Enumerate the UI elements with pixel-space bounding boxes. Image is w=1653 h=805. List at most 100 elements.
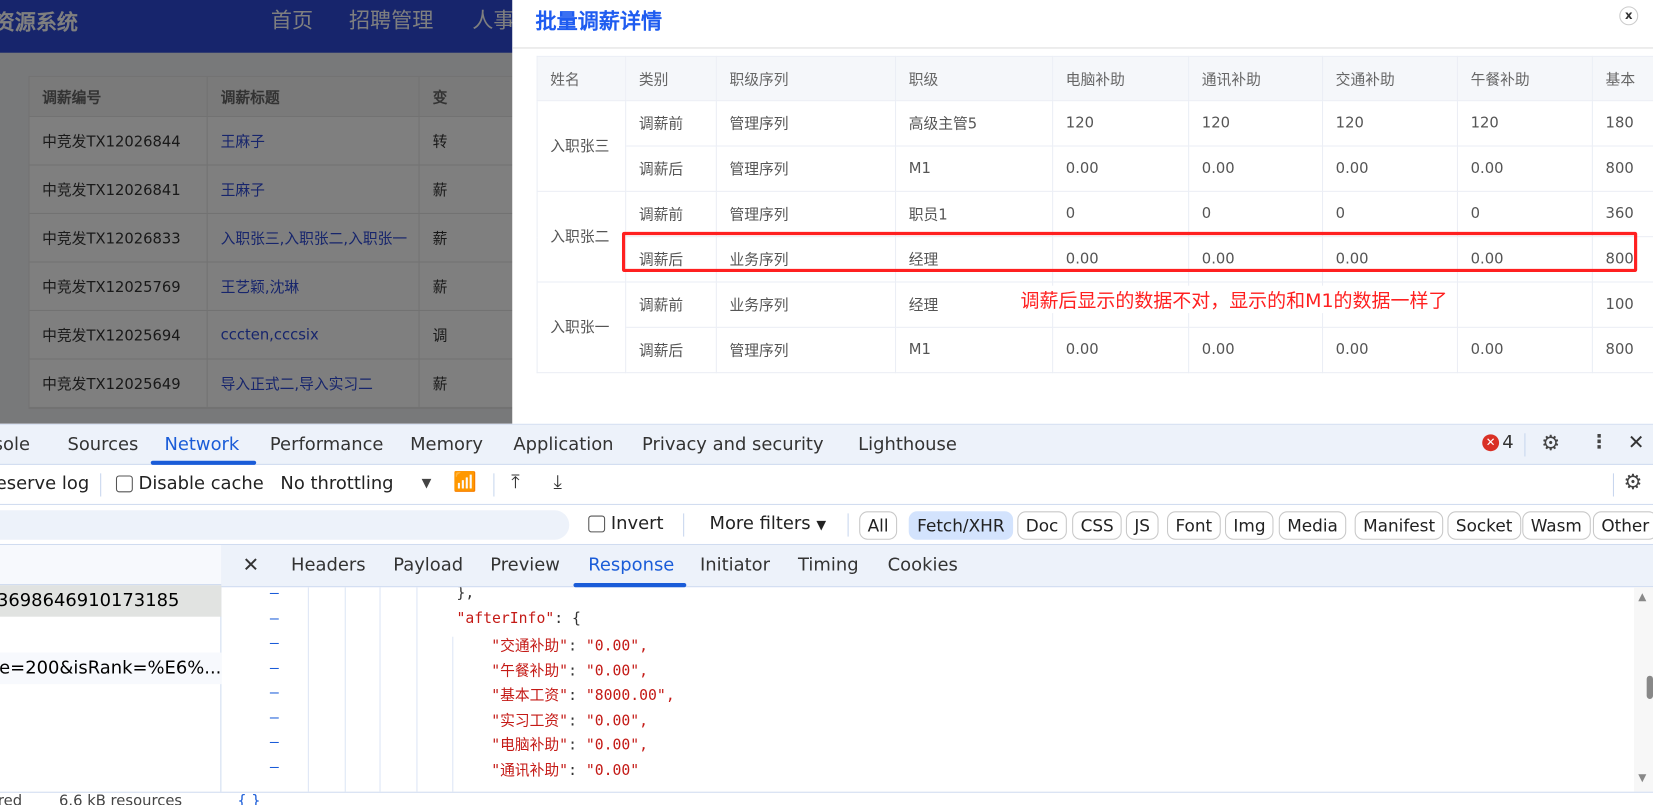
column-header: 通讯补助: [1188, 55, 1324, 102]
filter-img[interactable]: Img: [1224, 511, 1274, 540]
checkbox[interactable]: [115, 475, 133, 493]
filter-other[interactable]: Other: [1592, 511, 1653, 540]
tab-payload[interactable]: Payload: [393, 555, 463, 576]
chevron-down-icon: ▼: [816, 517, 827, 533]
table-row: 调薪后 管理序列 M1 0.00 0.00 0.00 0.00 800: [537, 326, 1653, 374]
json-value: "0.00",: [585, 637, 649, 655]
request-row[interactable]: ze=200&isRank=%E6%...: [0, 652, 222, 685]
chevron-down-icon[interactable]: ▼: [422, 475, 432, 490]
table-cell: 0: [1456, 190, 1593, 238]
transferred-text: red: [0, 792, 23, 805]
filter-wasm[interactable]: Wasm: [1522, 511, 1591, 540]
divider: [847, 513, 849, 537]
tab-performance[interactable]: Performance: [270, 434, 384, 455]
table-cell: 0: [1321, 190, 1458, 238]
tab-headers[interactable]: Headers: [291, 555, 366, 576]
tab-memory[interactable]: Memory: [410, 434, 483, 455]
filter-manifest[interactable]: Manifest: [1354, 511, 1444, 540]
table-cell: 管理序列: [715, 145, 897, 192]
table-cell: 120: [1456, 100, 1593, 147]
filter-fetch-xhr[interactable]: Fetch/XHR: [908, 511, 1013, 540]
request-row-selected[interactable]: 53698646910173185: [0, 585, 222, 617]
divider: [100, 473, 102, 497]
json-value: "0.00": [585, 761, 640, 779]
network-settings-icon[interactable]: ⚙: [1623, 469, 1642, 494]
filter-media[interactable]: Media: [1278, 511, 1347, 540]
line-marker: –: [269, 684, 279, 702]
json-value: "8000.00",: [585, 687, 675, 705]
more-options-icon[interactable]: ⋮: [1590, 431, 1609, 453]
json-key: "实习工资": [491, 712, 569, 729]
disable-cache-checkbox[interactable]: Disable cache: [115, 473, 264, 494]
indent-guide: [416, 587, 418, 792]
tab-response[interactable]: Response: [588, 555, 674, 576]
tab-initiator[interactable]: Initiator: [700, 555, 770, 576]
request-list: 53698646910173185 ze=200&isRank=%E6%...: [0, 545, 222, 792]
table-cell: 360: [1591, 190, 1653, 238]
modal-overlay[interactable]: [0, 0, 513, 424]
table-cell: 调薪后: [625, 145, 717, 192]
line-marker: –: [269, 609, 279, 627]
employee-name: 入职张一: [536, 281, 627, 374]
tab-network[interactable]: Network: [164, 434, 239, 455]
settings-icon[interactable]: ⚙: [1541, 430, 1560, 455]
filter-js[interactable]: JS: [1125, 511, 1159, 540]
table-cell: 0: [1188, 190, 1324, 238]
filter-input[interactable]: [0, 510, 570, 540]
filter-socket[interactable]: Socket: [1447, 511, 1521, 540]
table-cell: 0.00: [1321, 145, 1458, 192]
annotation-text: 调薪后显示的数据不对，显示的和M1的数据一样了: [1020, 285, 1448, 314]
close-icon[interactable]: x: [1619, 6, 1639, 26]
table-cell: 0.00: [1188, 326, 1324, 374]
code-line: "基本工资": "8000.00",: [491, 684, 674, 709]
error-icon[interactable]: ✕: [1482, 434, 1500, 452]
tab-cookies[interactable]: Cookies: [888, 555, 958, 576]
request-list-header: [0, 545, 222, 586]
error-count[interactable]: 4: [1502, 432, 1513, 453]
scrollbar[interactable]: ▲ ▼: [1634, 587, 1653, 792]
import-har-icon[interactable]: ⤒: [511, 471, 519, 493]
filter-font[interactable]: Font: [1167, 511, 1221, 540]
preserve-log-label[interactable]: eserve log: [0, 473, 89, 494]
filter-doc[interactable]: Doc: [1017, 511, 1067, 540]
table-cell: 调薪前: [625, 100, 717, 147]
divider: [1524, 433, 1526, 457]
close-devtools-icon[interactable]: ✕: [1628, 431, 1645, 454]
devtools-panel: sole Sources Network Performance Memory …: [0, 423, 1653, 805]
network-conditions-icon[interactable]: 📶: [453, 471, 477, 493]
tab-application[interactable]: Application: [513, 434, 613, 455]
code-line: "afterInfo": {: [456, 610, 580, 635]
scroll-down-icon[interactable]: ▼: [1638, 773, 1646, 785]
filter-all[interactable]: All: [859, 511, 897, 540]
detail-tabbar: ✕ Headers Payload Preview Response Initiator…: [221, 545, 1653, 588]
tab-preview[interactable]: Preview: [490, 555, 560, 576]
close-detail-icon[interactable]: ✕: [242, 553, 259, 576]
line-marker: –: [269, 587, 279, 602]
more-filters-button[interactable]: More filters ▼: [709, 513, 826, 534]
tab-timing[interactable]: Timing: [798, 555, 859, 576]
filter-css[interactable]: CSS: [1072, 511, 1123, 540]
tab-lighthouse[interactable]: Lighthouse: [858, 434, 957, 455]
tab-privacy-security[interactable]: Privacy and security: [642, 434, 824, 455]
pretty-print-icon[interactable]: { }: [237, 793, 260, 805]
export-har-icon[interactable]: ⤓: [553, 471, 561, 493]
punctuation: :: [568, 637, 586, 655]
table-cell: 0: [1052, 190, 1190, 238]
invert-label: Invert: [610, 513, 664, 535]
scrollbar-thumb[interactable]: [1646, 675, 1653, 699]
table-cell: 800: [1591, 145, 1653, 192]
line-marker: –: [269, 733, 279, 751]
throttling-select[interactable]: No throttling: [280, 473, 393, 494]
column-header: 午餐补助: [1456, 55, 1593, 102]
tab-console[interactable]: sole: [0, 434, 30, 455]
divider: [683, 513, 685, 537]
invert-checkbox[interactable]: Invert: [588, 513, 663, 534]
table-cell: 管理序列: [715, 326, 897, 374]
scroll-up-icon[interactable]: ▲: [1638, 591, 1646, 603]
json-key: "电脑补助": [491, 736, 569, 754]
tab-sources[interactable]: Sources: [67, 434, 138, 455]
code-line: "午餐补助": "0.00",: [491, 659, 648, 684]
checkbox[interactable]: [588, 515, 606, 533]
code-line: "通讯补助": "0.00": [491, 759, 639, 784]
table-cell: 0.00: [1052, 145, 1190, 192]
